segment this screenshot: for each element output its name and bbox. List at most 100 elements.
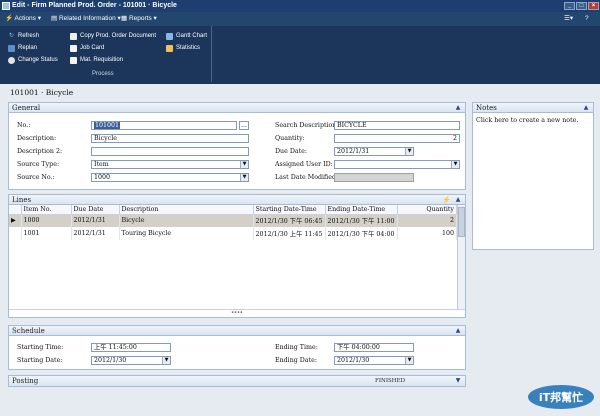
row-selector[interactable]: ▶: [9, 214, 22, 227]
lines-scrollbar[interactable]: [457, 205, 465, 309]
description2-field[interactable]: [91, 147, 249, 156]
resize-grip[interactable]: ∙∙∙∙: [9, 309, 465, 317]
change-status-button[interactable]: Change Status: [8, 56, 58, 65]
chevron-down-icon: ▾: [153, 15, 157, 22]
source-type-value: Item: [94, 161, 109, 168]
refresh-label: Refresh: [18, 33, 40, 39]
lines-grid: Item No. Due Date Description Starting D…: [9, 205, 457, 309]
ending-date-label: Ending Date:: [275, 357, 317, 364]
chevron-down-icon[interactable]: ▼: [405, 357, 413, 364]
help-button[interactable]: ?: [582, 14, 592, 24]
no-value: 101001: [94, 122, 121, 129]
assigned-user-select[interactable]: ▼: [334, 160, 460, 169]
general-panel: General ▲ No.: 101001 ... Description: B…: [8, 102, 466, 190]
row-selector-header: [9, 205, 22, 215]
actions-menu[interactable]: ⚡ Actions ▾: [2, 14, 44, 24]
window-title: Edit - Firm Planned Prod. Order - 101001…: [12, 2, 177, 9]
column-header[interactable]: Description: [119, 205, 254, 215]
close-button[interactable]: ×: [588, 2, 599, 10]
reports-menu[interactable]: ▦ Reports ▾: [118, 14, 160, 24]
expand-icon[interactable]: ▼: [454, 377, 462, 385]
replan-button[interactable]: Replan: [8, 44, 37, 53]
column-header[interactable]: Starting Date-Time: [253, 205, 326, 215]
table-cell[interactable]: Touring Bicycle: [119, 227, 254, 240]
job-card-label: Job Card: [80, 45, 105, 51]
collapse-icon[interactable]: ▲: [454, 327, 462, 335]
chevron-down-icon[interactable]: ▼: [240, 174, 248, 181]
notes-header[interactable]: Notes ▲: [473, 103, 593, 113]
schedule-header[interactable]: Schedule ▲: [9, 326, 465, 336]
job-card-icon: [70, 45, 77, 52]
table-row[interactable]: 1001 2012/1/31 Touring Bicycle 2012/1/30…: [9, 227, 457, 240]
table-cell[interactable]: 100: [397, 227, 457, 240]
posting-header[interactable]: Posting FINISHED ▼: [9, 376, 465, 386]
ending-date-value: 2012/1/30: [337, 357, 370, 364]
job-card-button[interactable]: Job Card: [70, 44, 104, 53]
table-cell[interactable]: 2012/1/30 下午 04:00: [325, 227, 398, 240]
row-selector[interactable]: [9, 227, 22, 240]
chevron-down-icon[interactable]: ▼: [405, 148, 413, 155]
table-cell[interactable]: 2012/1/31: [71, 227, 120, 240]
replan-label: Replan: [18, 45, 38, 51]
chevron-down-icon: ▾: [37, 15, 41, 22]
view-options-button[interactable]: ☰▾: [561, 14, 576, 24]
starting-date-field[interactable]: 2012/1/30 ▼: [91, 356, 171, 365]
no-assist-button[interactable]: ...: [239, 121, 249, 130]
description-field[interactable]: Bicycle: [91, 134, 249, 143]
starting-time-field[interactable]: 上午 11:45:00: [91, 343, 171, 352]
ending-date-field[interactable]: 2012/1/30 ▼: [334, 356, 414, 365]
minimize-button[interactable]: _: [564, 2, 575, 10]
lightning-icon[interactable]: ⚡: [442, 195, 451, 205]
lines-header[interactable]: Lines ⚡ ▲: [9, 195, 465, 205]
description-label: Description:: [17, 135, 57, 142]
general-header[interactable]: General ▲: [9, 103, 465, 113]
collapse-icon[interactable]: ▲: [454, 104, 462, 112]
table-cell[interactable]: 2012/1/30 下午 06:45: [253, 214, 326, 227]
chevron-down-icon[interactable]: ▼: [162, 357, 170, 364]
statistics-icon: [166, 45, 173, 52]
change-status-label: Change Status: [18, 57, 58, 63]
gantt-chart-button[interactable]: Gantt Chart: [166, 32, 207, 41]
table-cell[interactable]: 1000: [21, 214, 72, 227]
collapse-icon[interactable]: ▲: [454, 196, 462, 204]
window-titlebar: Edit - Firm Planned Prod. Order - 101001…: [0, 0, 600, 12]
table-cell[interactable]: 1001: [21, 227, 72, 240]
quantity-field[interactable]: 2: [334, 134, 460, 143]
source-no-select[interactable]: 1000 ▼: [91, 173, 249, 182]
mat-requisition-button[interactable]: Mat. Requisition: [70, 56, 123, 65]
general-title: General: [12, 104, 41, 112]
starting-time-label: Starting Time:: [17, 344, 64, 351]
ending-time-field[interactable]: 下午 04:00:00: [334, 343, 414, 352]
process-group-label: Process: [92, 71, 114, 77]
schedule-title: Schedule: [12, 327, 45, 335]
no-field[interactable]: 101001: [91, 121, 237, 130]
source-type-label: Source Type:: [17, 161, 60, 168]
gantt-chart-label: Gantt Chart: [176, 33, 208, 39]
table-cell[interactable]: 2012/1/30 下午 11:00: [325, 214, 398, 227]
table-row[interactable]: ▶ 1000 2012/1/31 Bicycle 2012/1/30 下午 06…: [9, 214, 457, 227]
copy-prod-order-document-button[interactable]: Copy Prod. Order Document: [70, 32, 156, 41]
related-information-menu[interactable]: ▤ Related Information ▾: [48, 14, 124, 24]
table-cell[interactable]: 2: [397, 214, 457, 227]
refresh-button[interactable]: ↻ Refresh: [8, 32, 39, 41]
table-cell[interactable]: 2012/1/30 上午 11:45: [253, 227, 326, 240]
table-cell[interactable]: Bicycle: [119, 214, 254, 227]
chevron-down-icon[interactable]: ▼: [451, 161, 459, 168]
due-date-field[interactable]: 2012/1/31 ▼: [334, 147, 414, 156]
collapse-icon[interactable]: ▲: [582, 104, 590, 112]
column-header[interactable]: Due Date: [71, 205, 120, 215]
column-header[interactable]: Item No.: [21, 205, 72, 215]
column-header[interactable]: Ending Date-Time: [325, 205, 398, 215]
source-type-select[interactable]: Item ▼: [91, 160, 249, 169]
statistics-button[interactable]: Statistics: [166, 44, 200, 53]
maximize-button[interactable]: □: [576, 2, 587, 10]
due-date-label: Due Date:: [275, 148, 308, 155]
search-description-field[interactable]: BICYCLE: [334, 121, 460, 130]
notes-title: Notes: [476, 104, 497, 112]
table-cell[interactable]: 2012/1/31: [71, 214, 120, 227]
column-header[interactable]: Quantity: [397, 205, 457, 215]
create-note-link[interactable]: Click here to create a new note.: [473, 113, 593, 128]
chevron-down-icon[interactable]: ▼: [240, 161, 248, 168]
lightning-icon: ⚡: [5, 15, 14, 22]
scrollbar-thumb[interactable]: [458, 207, 465, 237]
